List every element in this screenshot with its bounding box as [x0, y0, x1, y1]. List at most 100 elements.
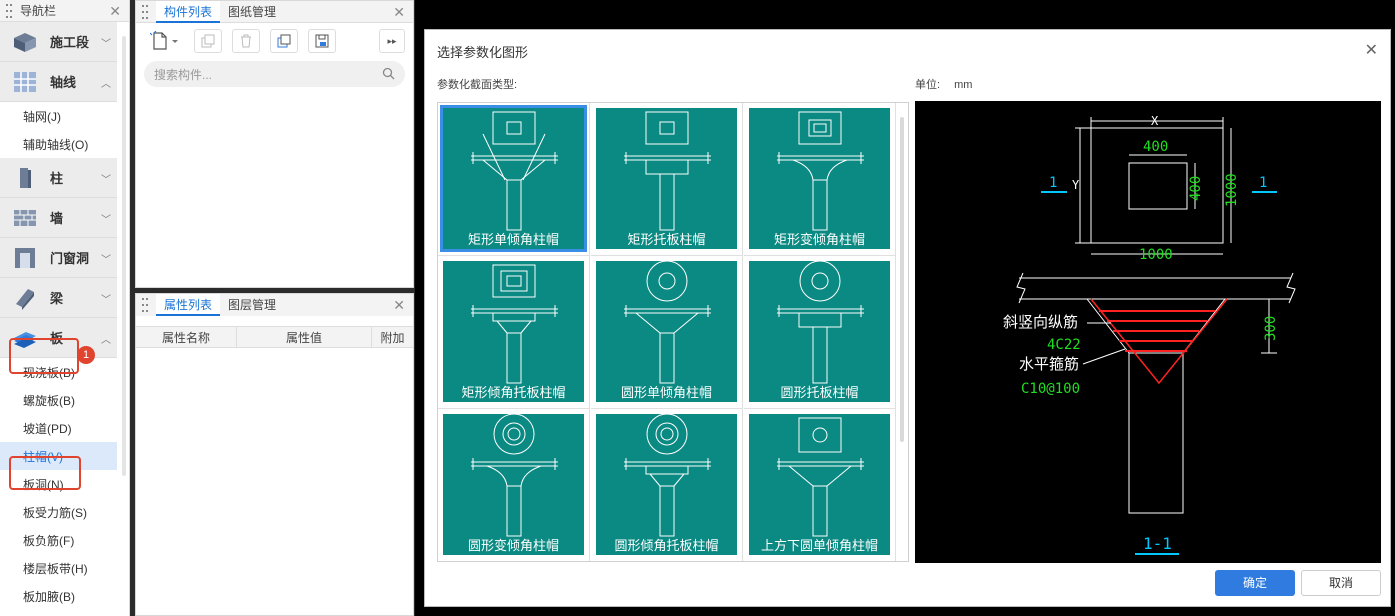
shape-thumbnail: 上方下圆单倾角柱帽	[749, 414, 890, 555]
dim-outer-width: 1000	[1139, 247, 1173, 263]
shape-thumbnail: 圆形单倾角柱帽	[596, 261, 737, 402]
save-icon	[315, 34, 329, 48]
copy-component-button[interactable]	[194, 29, 222, 53]
component-toolbar: ▸▸	[136, 23, 413, 59]
shape-tile-circle-variable-slope[interactable]: 圆形变倾角柱帽	[438, 409, 590, 561]
delete-component-button[interactable]	[232, 29, 260, 53]
shape-tile-square-top-round-bottom[interactable]: 上方下圆单倾角柱帽	[744, 409, 896, 561]
save-template-button[interactable]	[308, 29, 336, 53]
nav-category-beam[interactable]: 梁 ﹀	[0, 278, 117, 318]
rect-cap-glyph	[624, 111, 711, 231]
shape-tile-circle-drop-panel[interactable]: 圆形托板柱帽	[744, 256, 896, 409]
shape-caption: 圆形单倾角柱帽	[620, 385, 712, 400]
highlight-column-cap-box	[9, 456, 81, 490]
component-panel-header: 构件列表 图纸管理 ✕	[136, 0, 413, 23]
tab-property-list[interactable]: 属性列表	[156, 294, 221, 316]
shape-tile-rect-drop-panel[interactable]: 矩形托板柱帽	[591, 103, 743, 256]
new-file-icon	[150, 31, 178, 50]
unit-label: 单位: mm	[915, 76, 972, 92]
shape-tile-rect-slope-drop-panel[interactable]: 矩形倾角托板柱帽	[438, 256, 590, 409]
spec-hoop: C10@100	[1021, 381, 1080, 397]
column-icon	[20, 167, 31, 188]
shape-caption: 矩形倾角托板柱帽	[461, 385, 566, 400]
dialog-title: 选择参数化图形	[437, 45, 529, 60]
nav-category-label: 施工段	[50, 35, 90, 50]
tab-component-list[interactable]: 构件列表	[156, 0, 221, 23]
nav-category-label: 梁	[50, 291, 64, 306]
preview-drawing: X Y 400 400 1000 1000 1 1 300 斜竖向纵筋 4C22…	[1003, 114, 1296, 555]
rect-cap-glyph	[471, 264, 558, 384]
nav-item-aux-axis[interactable]: 辅助轴线(O)	[0, 130, 117, 158]
section-mark-left: 1	[1049, 175, 1057, 191]
nav-item-slab-negative-rebar[interactable]: 板负筋(F)	[0, 526, 117, 554]
app-root: 导航栏 ✕ 施工段 ﹀ 轴线 ︿ 轴网(J) 辅助轴线(O) 柱 ﹀ 墙 ﹀ 门…	[0, 0, 1395, 616]
chevron-down-icon: ﹀	[101, 295, 111, 306]
component-search-input[interactable]: 搜索构件...	[144, 61, 405, 87]
dim-inner-height: 400	[1188, 176, 1204, 201]
chevron-down-icon: ﹀	[101, 215, 111, 226]
nav-scrollbar[interactable]	[122, 36, 126, 476]
shape-tile-circle-single-slope[interactable]: 圆形单倾角柱帽	[591, 256, 743, 409]
round-cap-glyph	[624, 261, 711, 384]
axis-grid-icon	[14, 71, 36, 92]
duplicate-floor-button[interactable]	[270, 29, 298, 53]
nav-category-construction-section[interactable]: 施工段 ﹀	[0, 22, 117, 62]
nav-category-axis[interactable]: 轴线 ︿	[0, 62, 117, 102]
close-icon[interactable]: ✕	[109, 3, 121, 20]
nav-item-spiral-slab[interactable]: 螺旋板(B)	[0, 386, 117, 414]
beam-icon	[16, 288, 34, 310]
nav-item-axis-grid[interactable]: 轴网(J)	[0, 102, 117, 130]
nav-category-wall[interactable]: 墙 ﹀	[0, 198, 117, 238]
property-panel-header: 属性列表 图层管理 ✕	[136, 294, 413, 316]
shape-tile-rect-variable-slope[interactable]: 矩形变倾角柱帽	[744, 103, 896, 256]
nav-category-column[interactable]: 柱 ﹀	[0, 158, 117, 198]
round-cap-glyph	[777, 261, 864, 384]
shape-tile-circle-slope-drop-panel[interactable]: 圆形倾角托板柱帽	[591, 409, 743, 561]
nav-header: 导航栏 ✕	[0, 0, 129, 22]
section-mark-right: 1	[1259, 175, 1267, 191]
tab-layer-management[interactable]: 图层管理	[220, 294, 284, 316]
search-icon	[382, 67, 395, 80]
shape-caption: 圆形倾角托板柱帽	[614, 538, 719, 553]
dim-outer-height: 1000	[1224, 173, 1240, 207]
nav-item-floor-slab-strip[interactable]: 楼层板带(H)	[0, 554, 117, 582]
nav-item-slab-main-rebar[interactable]: 板受力筋(S)	[0, 498, 117, 526]
nav-category-label: 门窗洞	[50, 251, 90, 266]
drag-grip-icon[interactable]	[142, 298, 150, 312]
shape-grid-scrollbar[interactable]	[900, 117, 904, 442]
shape-caption: 矩形变倾角柱帽	[773, 232, 865, 247]
property-table-header: 属性名称 属性值 附加	[136, 326, 413, 348]
chevron-up-icon: ︿	[101, 335, 111, 346]
shape-caption: 矩形单倾角柱帽	[467, 232, 559, 247]
cancel-button[interactable]: 取消	[1301, 570, 1381, 596]
column-header-value: 属性值	[237, 327, 372, 347]
label-horizontal-hoop: 水平箍筋	[1019, 355, 1079, 373]
close-icon[interactable]: ✕	[393, 4, 405, 21]
nav-category-label: 柱	[50, 171, 64, 186]
rect-cap-glyph	[471, 111, 558, 231]
nav-title: 导航栏	[20, 4, 57, 18]
rect-cap-glyph	[777, 111, 864, 231]
nav-item-ramp[interactable]: 坡道(PD)	[0, 414, 117, 442]
shape-caption: 圆形变倾角柱帽	[467, 538, 559, 553]
new-component-button[interactable]	[146, 29, 184, 53]
nav-category-door-window[interactable]: 门窗洞 ﹀	[0, 238, 117, 278]
drag-grip-icon[interactable]	[142, 4, 150, 19]
confirm-button[interactable]: 确定	[1215, 570, 1295, 596]
layers-copy-icon	[277, 34, 291, 48]
shape-thumbnail: 圆形托板柱帽	[749, 261, 890, 402]
dialog-close-icon[interactable]: ✕	[1365, 40, 1378, 60]
nav-item-slab-haunch[interactable]: 板加腋(B)	[0, 582, 117, 610]
dim-y-label: Y	[1072, 178, 1080, 192]
spec-vertical-rebar: 4C22	[1047, 337, 1081, 353]
section-title: 1-1	[1143, 534, 1172, 553]
trash-icon	[241, 34, 251, 48]
more-tools-button[interactable]: ▸▸	[379, 29, 405, 53]
close-icon[interactable]: ✕	[393, 297, 405, 314]
tab-drawing-management[interactable]: 图纸管理	[220, 1, 284, 23]
shape-tile-rect-single-slope[interactable]: 矩形单倾角柱帽	[438, 103, 590, 256]
label-inclined-vertical-rebar: 斜竖向纵筋	[1003, 313, 1078, 331]
chevron-down-icon: ﹀	[101, 39, 111, 50]
parametric-shape-dialog: 选择参数化图形 ✕ 参数化截面类型: 单位: mm 矩形单倾角柱帽 矩形托板柱帽 …	[424, 29, 1391, 607]
drag-grip-icon[interactable]	[6, 3, 14, 18]
